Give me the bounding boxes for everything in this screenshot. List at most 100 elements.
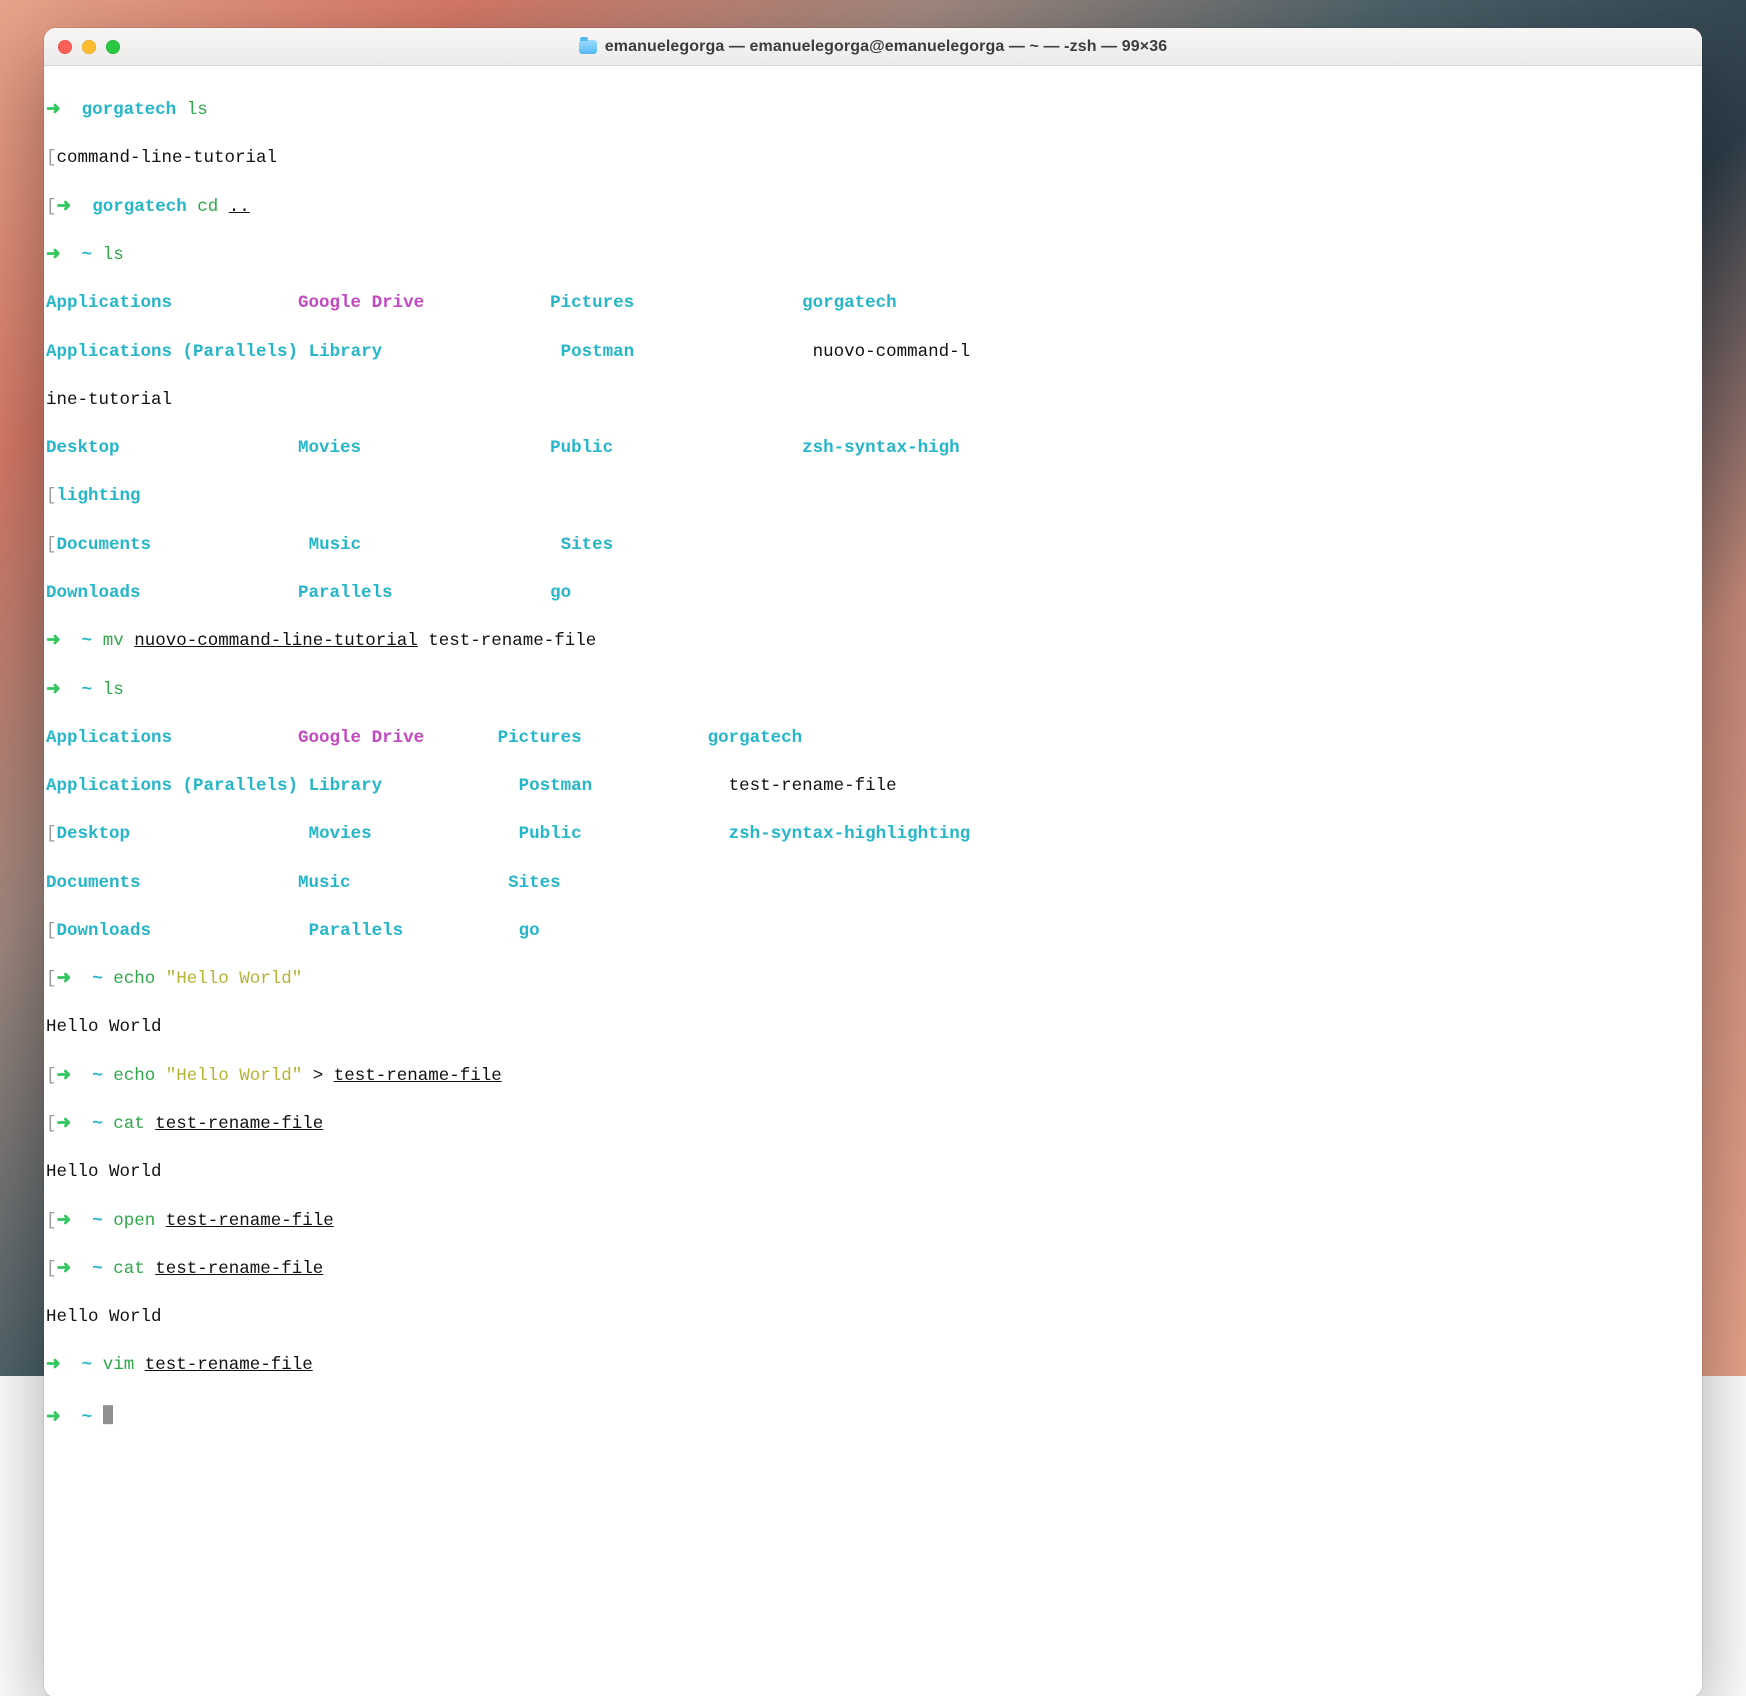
ls-wrap: [lighting [46,484,1700,508]
ls-row: Applications Google Drive Pictures gorga… [46,726,1700,750]
ls-item: Applications [46,728,298,748]
prompt-line: [➜ ~ echo "Hello World" > test-rename-fi… [46,1064,1700,1088]
arrow-icon: ➜ [46,245,82,265]
pad [382,776,519,796]
ls-item: Drive [361,293,424,313]
bracket-icon: [ [46,921,57,941]
string: "Hello World" [166,1066,303,1086]
prompt-line: ➜ ~ mv nuovo-command-line-tutorial test-… [46,629,1700,653]
prompt-line: [➜ gorgatech cd .. [46,195,1700,219]
pad [361,535,561,555]
arrow-icon: ➜ [46,680,82,700]
redir: > [302,1066,334,1086]
pad [151,535,309,555]
ls-item: Music [309,535,362,555]
pad [613,438,802,458]
ls-item: ine-tutorial [46,390,172,410]
pad [372,824,519,844]
ls-row: Downloads Parallels go [46,581,1700,605]
bracket-icon: [ [46,486,57,506]
pad [382,342,561,362]
ls-item: Desktop [57,824,131,844]
arrow-icon: ➜ [57,197,93,217]
bracket-icon: [ [46,1114,57,1134]
cmd: echo [113,1066,166,1086]
pad [424,728,498,748]
terminal-window: emanuelegorga — emanuelegorga@emanuelego… [44,28,1702,1696]
cmd: ls [187,100,208,120]
ls-item: lighting [57,486,141,506]
pad [582,728,708,748]
bracket-icon: [ [46,148,57,168]
ls-item: Parallels [309,921,404,941]
cmd: vim [103,1355,145,1375]
close-icon[interactable] [58,40,72,54]
pad [361,438,550,458]
ls-item: test-rename-file [729,776,897,796]
cwd-tilde: ~ [82,1407,103,1427]
ls-item: Drive [361,728,424,748]
ls-item: Movies [298,438,361,458]
cwd-tilde: ~ [92,1211,113,1231]
ls-row: [Documents Music Sites [46,533,1700,557]
pad [298,342,309,362]
arrow-icon: ➜ [57,969,93,989]
ls-item: Pictures [550,293,634,313]
prompt-line[interactable]: ➜ ~ [46,1402,1700,1429]
ls-item: gorgatech [802,293,897,313]
cwd-tilde: ~ [82,1355,103,1375]
ls-row: [Downloads Parallels go [46,919,1700,943]
ls-item: Applications (Parallels) [46,776,298,796]
bracket-icon: [ [46,1066,57,1086]
ls-item: Google [298,728,361,748]
prompt-line: [➜ ~ open test-rename-file [46,1209,1700,1233]
ls-item: Sites [508,873,561,893]
bracket-icon: [ [46,1259,57,1279]
pad [592,776,729,796]
ls-row: Applications (Parallels) Library Postman… [46,774,1700,798]
cwd-tilde: ~ [92,969,113,989]
prompt-line: [➜ ~ cat test-rename-file [46,1112,1700,1136]
titlebar[interactable]: emanuelegorga — emanuelegorga@emanuelego… [44,28,1702,66]
ls-row: Documents Music Sites [46,871,1700,895]
ls-item: Music [298,873,351,893]
cwd-tilde: ~ [92,1114,113,1134]
ls-item: nuovo-command-l [813,342,971,362]
sp [418,631,429,651]
cmd: cat [113,1259,155,1279]
ls-item: command-line-tutorial [57,148,278,168]
pad [403,921,519,941]
pad [120,438,299,458]
arg: test-rename-file [428,631,596,651]
cmd: ls [103,680,124,700]
ls-item: Documents [57,535,152,555]
ls-item: zsh-syntax-high [802,438,960,458]
ls-item: Pictures [498,728,582,748]
string: "Hello World" [166,969,303,989]
folder-icon [579,40,597,54]
pad [151,921,309,941]
ls-item: Documents [46,873,141,893]
prompt-line: ➜ ~ ls [46,678,1700,702]
title-wrap: emanuelegorga — emanuelegorga@emanuelego… [44,28,1702,65]
cwd-host: gorgatech [92,197,197,217]
cwd-tilde: ~ [82,245,103,265]
cwd-host: gorgatech [82,100,187,120]
cwd-tilde: ~ [92,1066,113,1086]
minimize-icon[interactable] [82,40,96,54]
pad [141,873,299,893]
arrow-icon: ➜ [46,100,82,120]
ls-item: Applications [46,293,298,313]
bracket-icon: [ [46,824,57,844]
terminal-body[interactable]: ➜ gorgatech ls [command-line-tutorial [➜… [44,66,1702,1696]
file: test-rename-file [155,1259,323,1279]
stdout: Hello World [46,1162,162,1182]
prompt-line: [➜ ~ echo "Hello World" [46,967,1700,991]
arrow-icon: ➜ [57,1259,93,1279]
pad [634,342,813,362]
ls-item: Library [309,342,383,362]
pad [298,776,309,796]
ls-item: go [550,583,571,603]
maximize-icon[interactable] [106,40,120,54]
pad [130,824,309,844]
